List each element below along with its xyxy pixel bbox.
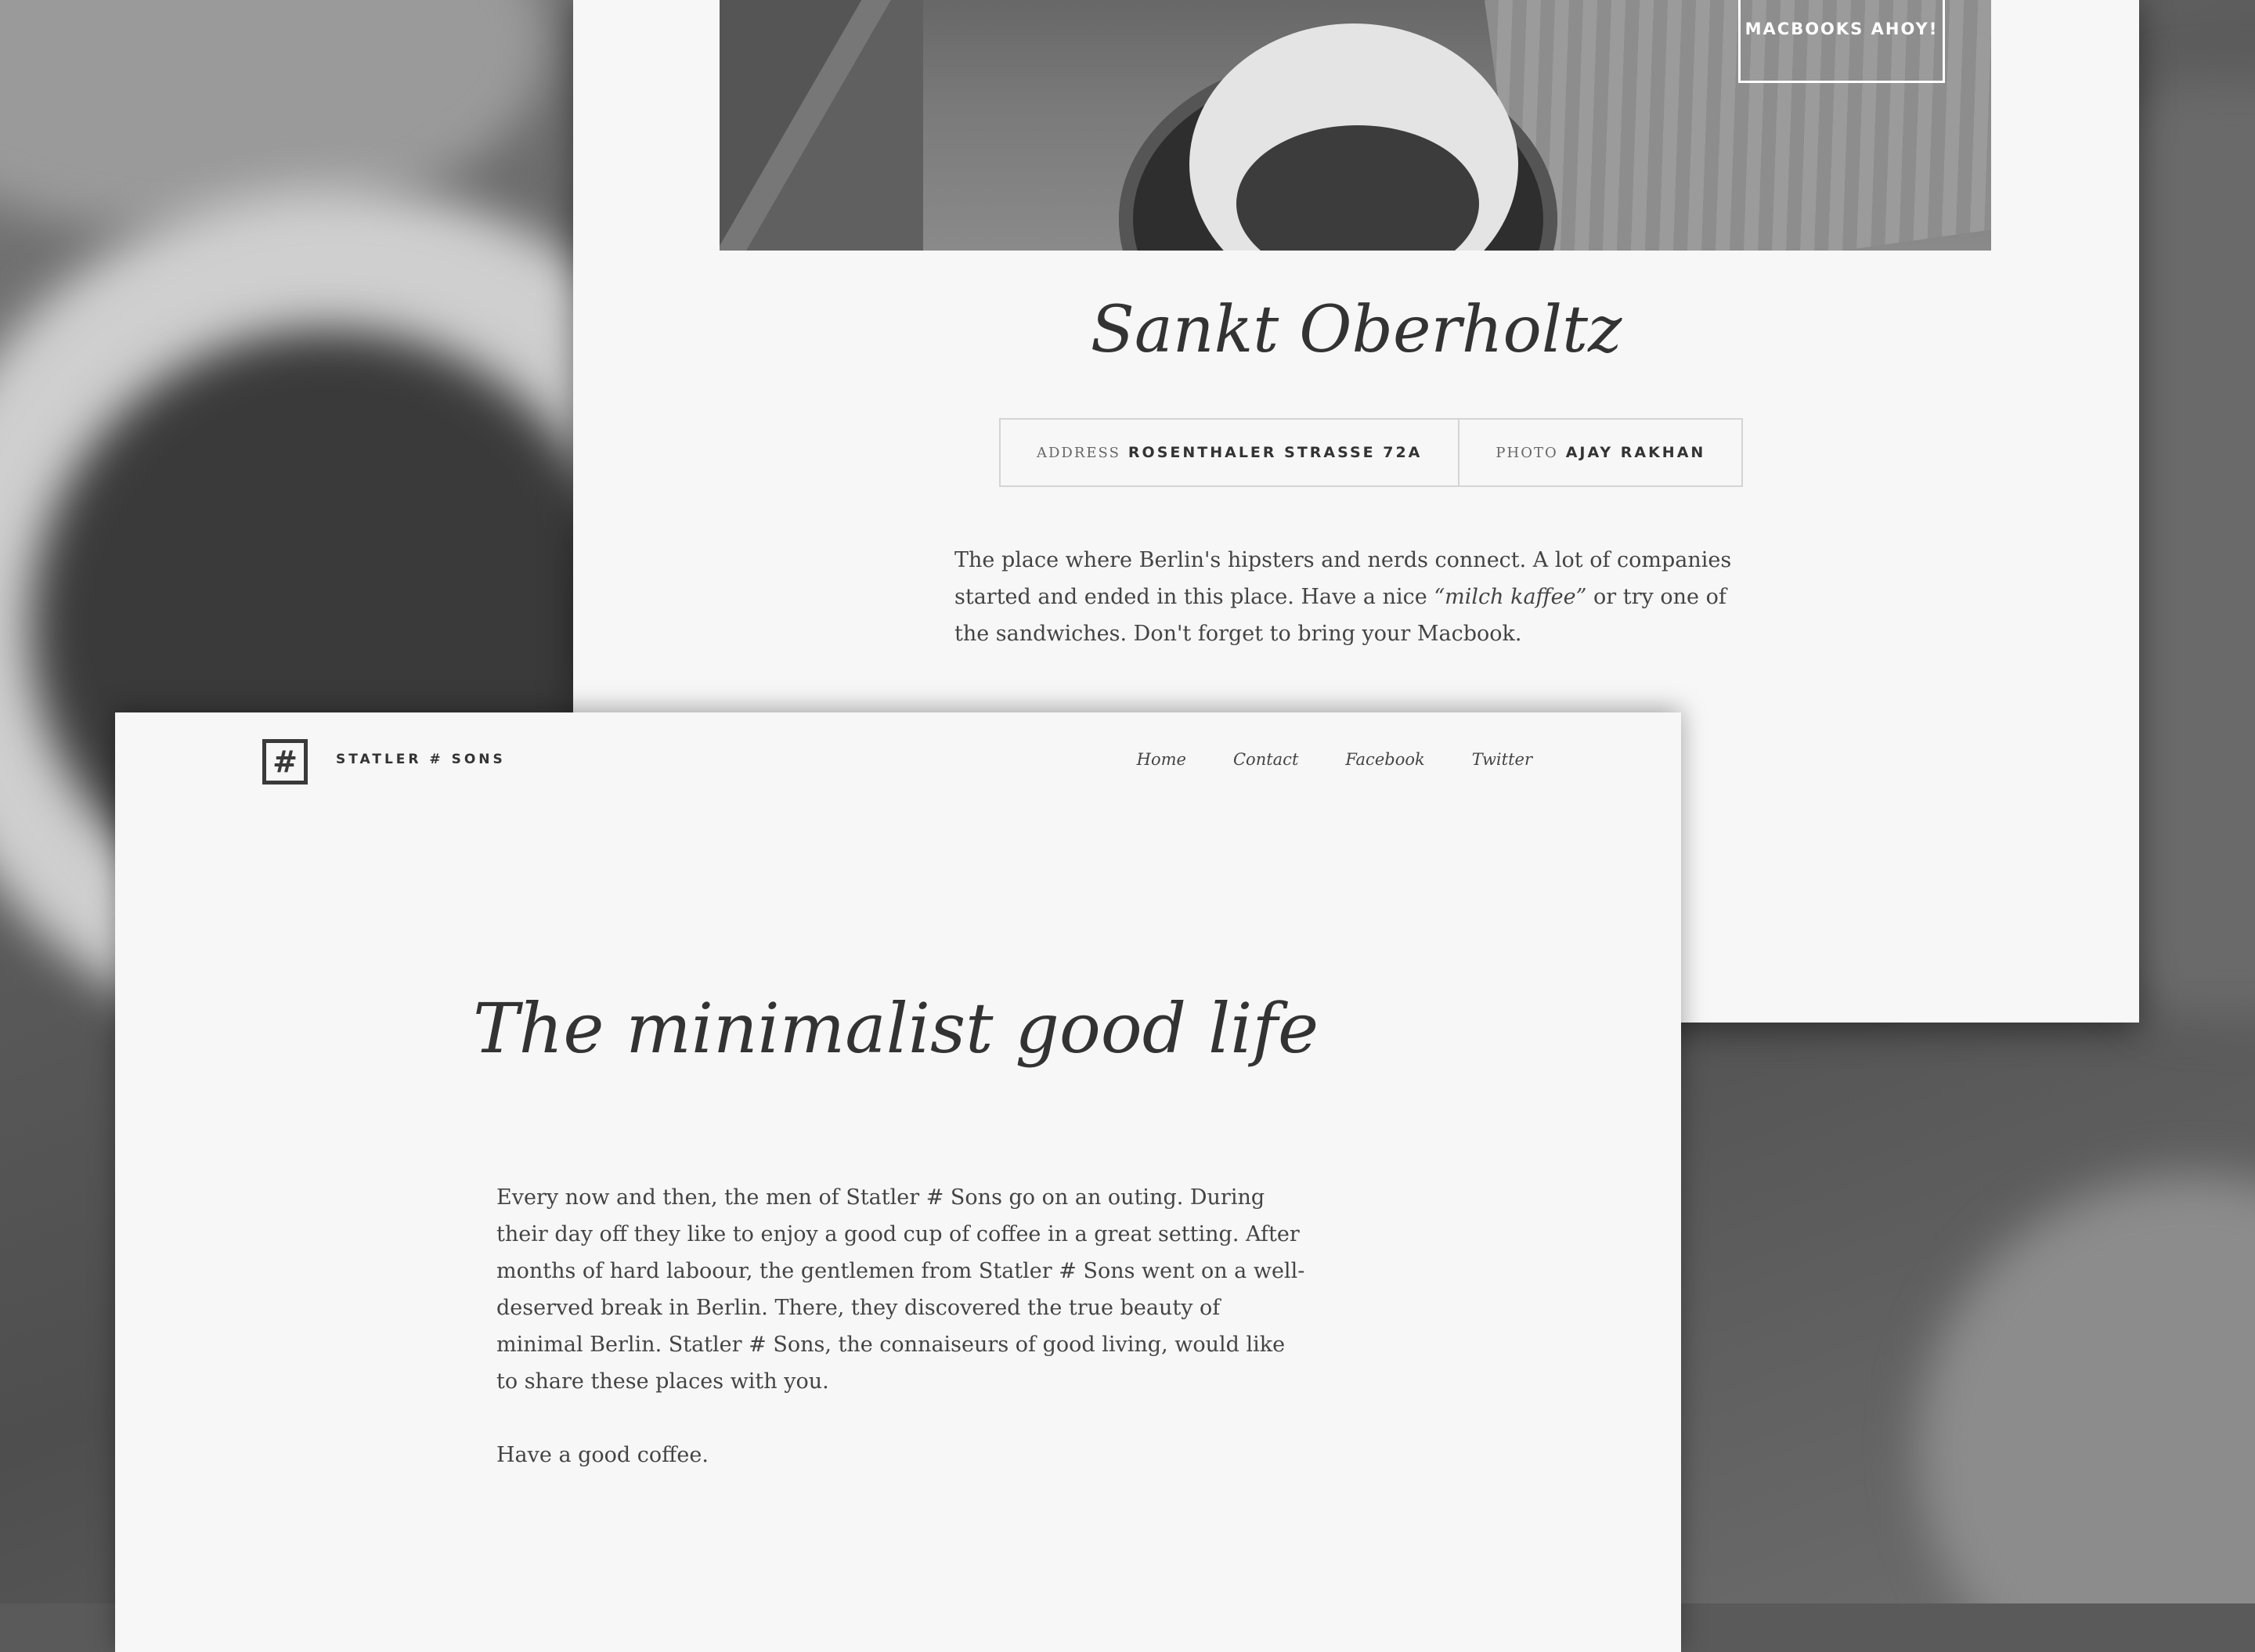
place-description: The place where Berlin's hipsters and ne… <box>954 542 1753 652</box>
meta-photo: PHOTO AJAY RAKHAN <box>1458 420 1741 485</box>
intro-closing: Have a good coffee. <box>496 1443 709 1467</box>
page-title: The minimalist good life <box>472 988 1319 1069</box>
intro-paragraph: Every now and then, the men of Statler #… <box>496 1185 1305 1394</box>
meta-address-label: ADDRESS <box>1037 444 1120 461</box>
intro-text: Every now and then, the men of Statler #… <box>496 1179 1311 1510</box>
macbooks-ahoy-button[interactable]: MACBOOKS AHOY! <box>1738 0 1945 83</box>
meta-photo-label: PHOTO <box>1496 444 1558 461</box>
meta-address-value: ROSENTHALER STRAßE 72A <box>1128 444 1423 461</box>
logo-hash-icon[interactable]: # <box>262 739 308 785</box>
meta-address: ADDRESS ROSENTHALER STRAßE 72A <box>1001 420 1458 485</box>
place-meta: ADDRESS ROSENTHALER STRAßE 72A PHOTO AJA… <box>999 418 1744 487</box>
meta-photo-value: AJAY RAKHAN <box>1565 444 1706 461</box>
main-nav: Home Contact Facebook Twitter <box>1137 750 1532 769</box>
nav-home[interactable]: Home <box>1137 750 1186 769</box>
nav-twitter[interactable]: Twitter <box>1472 750 1532 769</box>
nav-facebook[interactable]: Facebook <box>1345 750 1424 769</box>
background-highlight-right <box>1918 1174 2255 1603</box>
nav-contact[interactable]: Contact <box>1233 750 1298 769</box>
place-title: Sankt Oberholtz <box>1090 293 1622 367</box>
description-emphasis: “milch kaffee” <box>1434 585 1587 609</box>
home-page: # STATLER # SONS Home Contact Facebook T… <box>115 712 1681 1652</box>
hero-image-laptop <box>720 0 923 251</box>
brand-name[interactable]: STATLER # SONS <box>336 752 506 767</box>
